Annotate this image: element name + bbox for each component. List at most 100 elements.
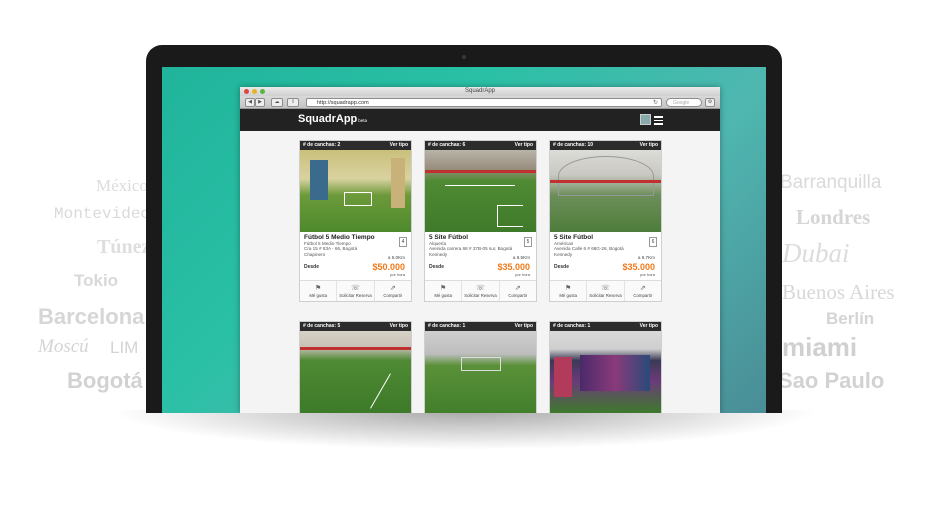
court-count: # de canchas: 6 — [428, 142, 466, 148]
share-button[interactable]: ⇗ Compartir — [500, 281, 536, 301]
share-icon: ⇗ — [514, 285, 521, 292]
flag-icon: ⚑ — [565, 285, 572, 292]
laptop-screen: SquadrApp ◀ ▶ ☁ ⇪ http://squadrapp.com ↻… — [162, 67, 766, 413]
flag-icon: ⚑ — [440, 285, 447, 292]
city-word: Barcelona — [38, 304, 145, 329]
city-word: Buenos Aires — [782, 280, 895, 304]
laptop-frame: SquadrApp ◀ ▶ ☁ ⇪ http://squadrapp.com ↻… — [146, 45, 782, 413]
share-icon[interactable]: ⇪ — [287, 98, 299, 107]
url-field[interactable]: http://squadrapp.com ↻ — [306, 98, 662, 107]
phone-icon: ☏ — [601, 285, 610, 292]
card-body: 5 Site Fútbol Américas Avenida Calle 6 #… — [550, 232, 661, 280]
phone-icon: ☏ — [476, 285, 485, 292]
card-header: # de canchas: 5 Ver tipo — [300, 322, 411, 331]
view-type-link[interactable]: Ver tipo — [390, 322, 408, 331]
card-actions: ⚑ Mé gusta ☏ Solicitar Reserva ⇗ Compartir — [425, 280, 536, 301]
view-type-link[interactable]: Ver tipo — [515, 322, 533, 331]
reserve-button[interactable]: ☏ Solicitar Reserva — [587, 281, 625, 301]
laptop-shadow — [110, 410, 820, 450]
city-word: Londres — [796, 205, 871, 229]
browser-window: SquadrApp ◀ ▶ ☁ ⇪ http://squadrapp.com ↻… — [240, 87, 720, 413]
venue-title[interactable]: Fútbol 5 Medio Tiempo — [304, 234, 407, 241]
venue-photo[interactable] — [300, 150, 411, 232]
reserve-button[interactable]: ☏ Solicitar Reserva — [337, 281, 375, 301]
like-button[interactable]: ⚑ Mé gusta — [300, 281, 338, 301]
city-word: Berlín — [826, 309, 875, 328]
city-word: Sao Paulo — [778, 368, 885, 393]
venue-photo[interactable] — [550, 150, 661, 232]
venue-card[interactable]: # de canchas: 6 Ver tipo 5 Site Fútbol Al… — [424, 140, 537, 302]
city-word: México — [96, 176, 148, 195]
card-header: # de canchas: 1 Ver tipo — [550, 322, 661, 331]
view-type-link[interactable]: Ver tipo — [515, 141, 533, 150]
phone-icon: ☏ — [351, 285, 360, 292]
app-header: SquadrAppbeta — [240, 109, 720, 131]
venue-card[interactable]: # de canchas: 10 Ver tipo 5 Site Fútbol A… — [549, 140, 662, 302]
icloud-icon[interactable]: ☁ — [271, 98, 283, 107]
window-title: SquadrApp — [464, 88, 496, 94]
view-type-link[interactable]: Ver tipo — [640, 141, 658, 150]
minimize-icon[interactable] — [252, 89, 257, 94]
city-word: Barranquilla — [780, 172, 882, 193]
settings-icon[interactable]: ⚙ — [705, 98, 715, 107]
venue-card[interactable]: # de canchas: 1 Ver tipo — [424, 321, 537, 413]
price-label: Desde — [429, 264, 445, 270]
card-body: 5 Site Fútbol Alquería Avenida carrera 6… — [425, 232, 536, 280]
court-count: # de canchas: 1 — [428, 323, 466, 329]
card-body: Fútbol 5 Medio Tiempo Fútbol 5 Medio Tie… — [300, 232, 411, 280]
venue-number-badge: 6 — [649, 237, 657, 247]
close-icon[interactable] — [244, 89, 249, 94]
venue-number-badge: 4 — [399, 237, 407, 247]
reserve-button[interactable]: ☏ Solicitar Reserva — [462, 281, 500, 301]
share-icon: ⇗ — [389, 285, 396, 292]
city-word: Túnez — [97, 236, 151, 258]
city-word: Bogotá — [67, 368, 143, 393]
card-header: # de canchas: 10 Ver tipo — [550, 141, 661, 150]
back-button[interactable]: ◀ — [245, 98, 255, 107]
avatar[interactable] — [640, 114, 651, 125]
view-type-link[interactable]: Ver tipo — [640, 322, 658, 331]
card-actions: ⚑ Mé gusta ☏ Solicitar Reserva ⇗ Compartir — [300, 280, 411, 301]
forward-button[interactable]: ▶ — [255, 98, 265, 107]
like-label: Mé gusta — [309, 293, 327, 298]
beta-badge: beta — [358, 118, 368, 123]
court-count: # de canchas: 2 — [303, 142, 341, 148]
reserve-label: Solicitar Reserva — [589, 293, 622, 298]
browser-toolbar: ◀ ▶ ☁ ⇪ http://squadrapp.com ↻ Google ⚙ — [240, 96, 720, 109]
venue-card[interactable]: # de canchas: 1 Ver tipo — [549, 321, 662, 413]
city-word: miami — [782, 332, 858, 362]
venue-photo[interactable] — [550, 331, 661, 413]
url-text: http://squadrapp.com — [317, 100, 369, 106]
venue-card[interactable]: # de canchas: 5 Ver tipo — [299, 321, 412, 413]
venue-photo[interactable] — [425, 331, 536, 413]
share-label: Compartir — [508, 293, 528, 298]
app-logo[interactable]: SquadrAppbeta — [298, 113, 367, 125]
share-button[interactable]: ⇗ Compartir — [625, 281, 661, 301]
city-word: LIM — [110, 338, 139, 357]
like-button[interactable]: ⚑ Mé gusta — [425, 281, 463, 301]
search-field[interactable]: Google — [666, 98, 702, 107]
venue-title[interactable]: 5 Site Fútbol — [554, 234, 657, 241]
browser-titlebar: SquadrApp — [240, 87, 720, 96]
share-button[interactable]: ⇗ Compartir — [375, 281, 411, 301]
reload-icon[interactable]: ↻ — [653, 99, 658, 107]
price-unit: por hora — [640, 272, 655, 277]
venue-title[interactable]: 5 Site Fútbol — [429, 234, 532, 241]
card-header: # de canchas: 6 Ver tipo — [425, 141, 536, 150]
logo-text: SquadrApp — [298, 113, 358, 125]
view-type-link[interactable]: Ver tipo — [390, 141, 408, 150]
menu-icon[interactable] — [654, 116, 663, 127]
like-label: Mé gusta — [434, 293, 452, 298]
venue-card[interactable]: # de canchas: 2 Ver tipo Fútbol 5 Medio T… — [299, 140, 412, 302]
venue-photo[interactable] — [425, 150, 536, 232]
maximize-icon[interactable] — [260, 89, 265, 94]
venue-price: $35.000 — [497, 262, 530, 272]
share-label: Compartir — [633, 293, 653, 298]
city-word: Dubai — [782, 238, 850, 268]
venue-distance: a 6.7Km — [637, 255, 655, 260]
venue-photo[interactable] — [300, 331, 411, 413]
like-button[interactable]: ⚑ Mé gusta — [550, 281, 588, 301]
city-word: Tokio — [74, 271, 119, 290]
share-icon: ⇗ — [639, 285, 646, 292]
flag-icon: ⚑ — [315, 285, 322, 292]
